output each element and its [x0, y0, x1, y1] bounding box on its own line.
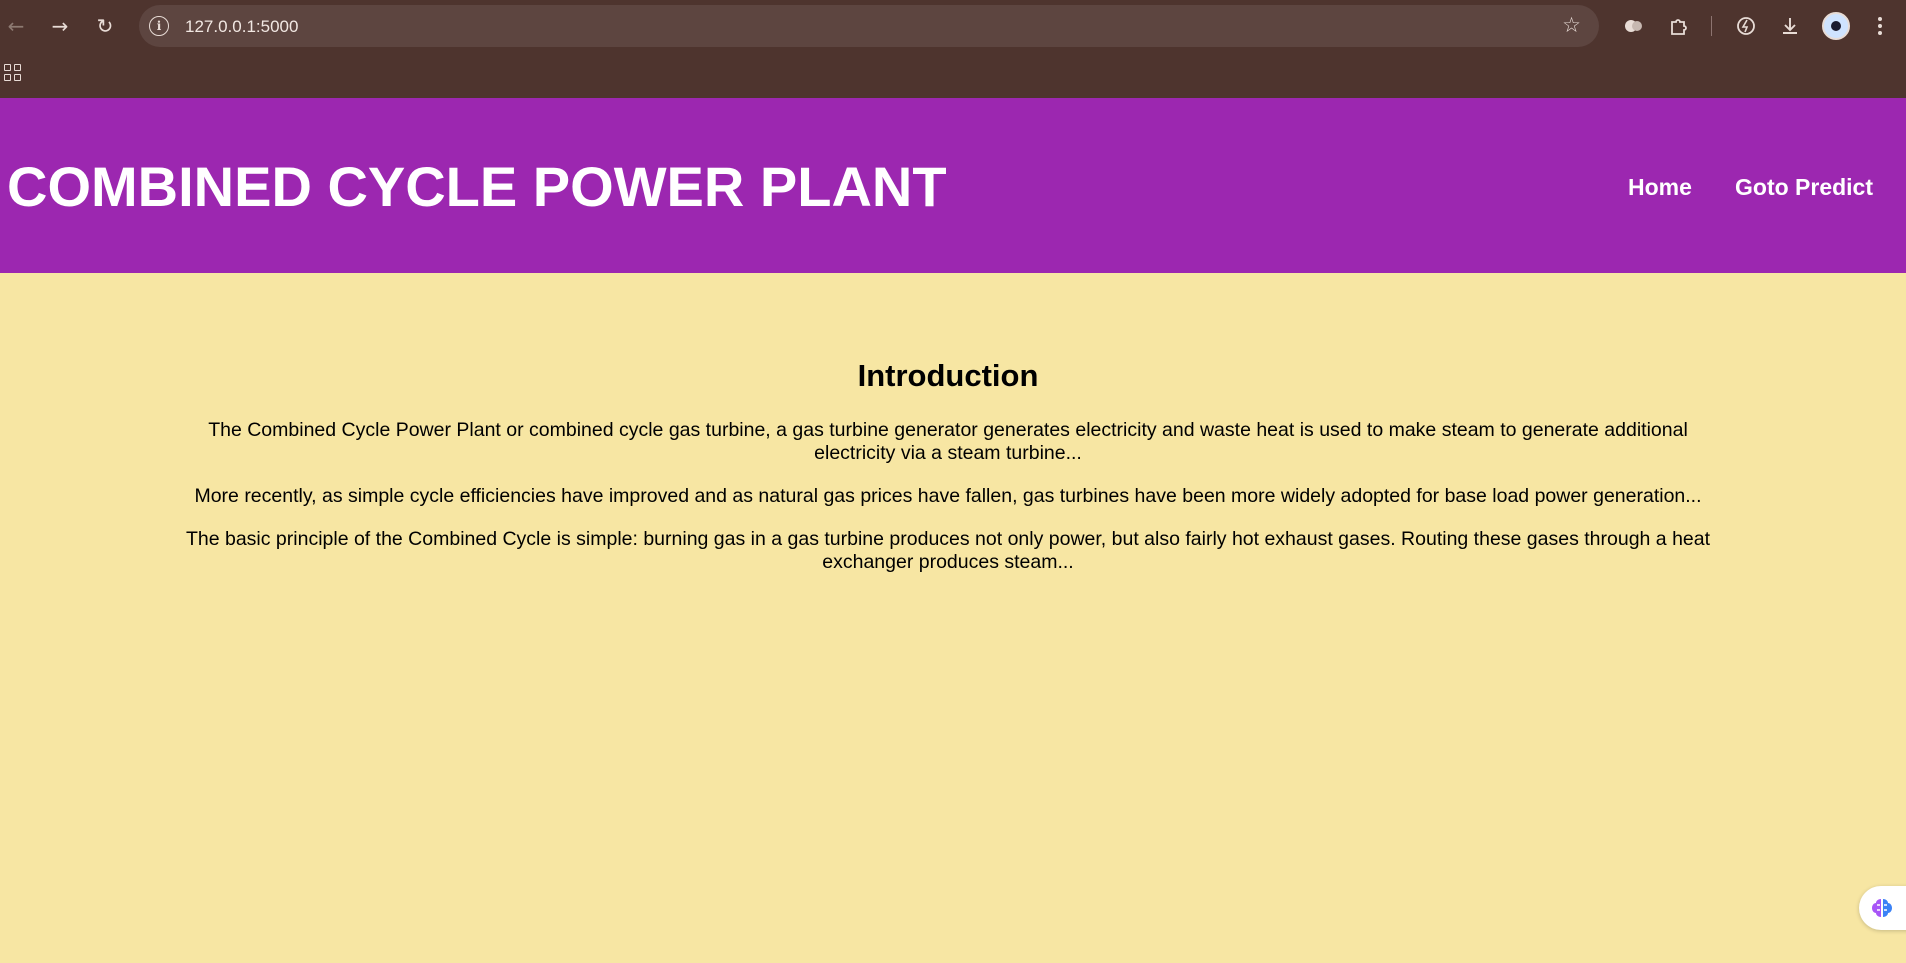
brain-icon: [1872, 899, 1892, 917]
site-header: COMBINED CYCLE POWER PLANT Home Goto Pre…: [0, 98, 1906, 273]
browser-toolbar: ← → ↻ i 127.0.0.1:5000 ☆: [0, 0, 1906, 52]
reload-icon[interactable]: ↻: [89, 10, 121, 42]
url-text[interactable]: 127.0.0.1:5000: [185, 17, 298, 37]
toolbar-divider: [1711, 16, 1712, 36]
address-bar[interactable]: i 127.0.0.1:5000 ☆: [139, 5, 1599, 47]
assistant-brain-button[interactable]: [1859, 886, 1906, 930]
nav-link-goto-predict[interactable]: Goto Predict: [1735, 174, 1873, 201]
menu-icon[interactable]: [1865, 11, 1895, 41]
intro-paragraph: More recently, as simple cycle efficienc…: [194, 485, 1702, 507]
intro-paragraph: The basic principle of the Combined Cycl…: [185, 528, 1711, 573]
apps-grid-icon[interactable]: [4, 64, 22, 82]
site-info-icon[interactable]: i: [149, 16, 169, 36]
back-icon[interactable]: ←: [0, 10, 32, 42]
browser-chrome: ← → ↻ i 127.0.0.1:5000 ☆: [0, 0, 1906, 98]
main-content: Introduction The Combined Cycle Power Pl…: [180, 273, 1716, 574]
bookmark-star-icon[interactable]: ☆: [1562, 13, 1581, 37]
introduction-heading: Introduction: [857, 358, 1039, 393]
download-icon[interactable]: [1775, 11, 1805, 41]
performance-icon[interactable]: [1731, 11, 1761, 41]
extension-icon[interactable]: [1619, 11, 1649, 41]
forward-icon[interactable]: →: [44, 10, 76, 42]
intro-paragraph: The Combined Cycle Power Plant or combin…: [208, 419, 1688, 464]
profile-avatar[interactable]: [1822, 12, 1850, 40]
extension-puzzle-icon[interactable]: [1664, 11, 1694, 41]
nav-link-home[interactable]: Home: [1628, 174, 1692, 201]
site-title: COMBINED CYCLE POWER PLANT: [7, 155, 947, 218]
